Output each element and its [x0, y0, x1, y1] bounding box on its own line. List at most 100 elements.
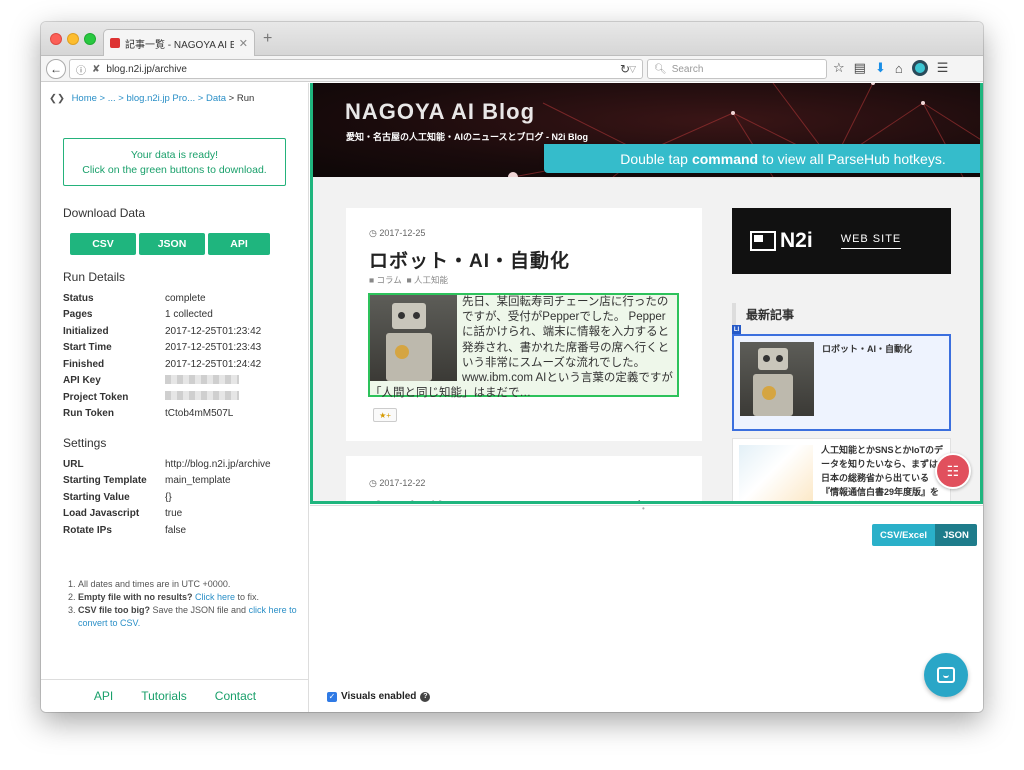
- category-link[interactable]: コラム: [377, 275, 402, 285]
- setting-value: false: [165, 524, 187, 536]
- bookmark-star-icon[interactable]: ☆: [833, 60, 845, 76]
- run-details-heading: Run Details: [63, 270, 126, 284]
- format-toggle: CSV/Excel JSON: [872, 524, 977, 546]
- download-csv-button[interactable]: CSV: [70, 233, 136, 255]
- star-rating-button[interactable]: ★+: [373, 408, 397, 422]
- detail-row: Initialized 2017-12-25T01:23:42: [63, 323, 303, 340]
- home-icon[interactable]: ⌂: [895, 61, 903, 76]
- web-page-viewport[interactable]: NAGOYA AI Blog 愛知・名古屋の人工知能・AIのニュースとブログ -…: [310, 83, 983, 504]
- csv-excel-tab[interactable]: CSV/Excel: [872, 524, 935, 546]
- download-json-button[interactable]: JSON: [139, 233, 205, 255]
- parsehub-extension-icon[interactable]: [911, 60, 928, 76]
- detail-row: Project Token: [63, 389, 303, 406]
- footer-tutorials-link[interactable]: Tutorials: [141, 689, 187, 703]
- chat-bubble-icon[interactable]: ☷: [935, 453, 971, 489]
- note-bold: CSV file too big?: [78, 605, 150, 615]
- detail-key: Pages: [63, 309, 93, 321]
- run-details-list: Status complete Pages 1 collected Initiali…: [63, 290, 303, 422]
- resize-handle[interactable]: •: [642, 505, 645, 513]
- sidebar-footer: API Tutorials Contact: [41, 679, 309, 712]
- selection-tag: LI: [732, 325, 741, 334]
- close-window-button[interactable]: [50, 33, 62, 45]
- reload-icon[interactable]: ↻: [620, 62, 630, 76]
- breadcrumb-data[interactable]: Data: [206, 93, 226, 104]
- detail-value: tCtob4mM507L: [165, 408, 234, 420]
- new-tab-button[interactable]: +: [263, 31, 272, 47]
- help-icon[interactable]: ?: [420, 691, 431, 702]
- arrow-left-icon: ←: [50, 62, 62, 76]
- setting-key: URL: [63, 458, 84, 470]
- minimize-window-button[interactable]: [67, 33, 79, 45]
- checkbox-checked-icon[interactable]: ✓: [327, 691, 337, 702]
- tab-title: 記事一覧 - NAGOYA AI Blog: [125, 39, 234, 51]
- breadcrumb-home[interactable]: Home: [72, 93, 97, 104]
- blog-title[interactable]: NAGOYA AI Blog: [345, 99, 535, 125]
- breadcrumb-project[interactable]: blog.n2i.jp Pro...: [126, 93, 195, 104]
- download-icon[interactable]: ⬇: [875, 60, 886, 76]
- detail-value: 2017-12-25T01:23:42: [165, 325, 262, 337]
- fix-empty-link[interactable]: Click here: [195, 592, 235, 602]
- breadcrumb: ❮❯ Home > ... > blog.n2i.jp Pro... > Dat…: [49, 93, 254, 104]
- detail-value: 1 collected: [165, 309, 213, 321]
- visuals-label: Visuals enabled: [341, 691, 417, 702]
- footer-api-link[interactable]: API: [94, 689, 113, 703]
- zoom-window-button[interactable]: [84, 33, 96, 45]
- hotkey-text: to view all ParseHub hotkeys.: [762, 150, 946, 167]
- post-date-text: 2017-12-25: [379, 228, 426, 238]
- visuals-toggle[interactable]: ✓ Visuals enabled ?: [327, 691, 431, 702]
- url-text[interactable]: blog.n2i.jp/archive: [106, 64, 623, 75]
- support-chat-button[interactable]: [924, 653, 968, 697]
- browser-window: 記事一覧 - NAGOYA AI Blog ✕ + ← ⓘ ✘ blog.n2i…: [41, 22, 983, 712]
- search-box[interactable]: 🔍︎ Search: [647, 59, 827, 79]
- category-link[interactable]: 人工知能: [414, 275, 448, 285]
- history-arrows-icon[interactable]: ❮❯: [49, 93, 65, 104]
- detail-row: Start Time 2017-12-25T01:23:43: [63, 340, 303, 357]
- note-bold: Empty file with no results?: [78, 592, 193, 602]
- detail-key: API Key: [63, 375, 101, 387]
- insecure-icon: ✘: [92, 63, 101, 75]
- recent-post-title[interactable]: 人工知能とかSNSとかIoTのデータを知りたいなら、まずは日本の総務省から出てい…: [821, 443, 946, 501]
- notes: All dates and times are in UTC +0000. Em…: [67, 578, 299, 630]
- tab-close-icon[interactable]: ✕: [239, 37, 248, 50]
- detail-key: Start Time: [63, 342, 112, 354]
- setting-row: Starting Template main_template: [63, 473, 303, 490]
- browser-tab[interactable]: 記事一覧 - NAGOYA AI Blog ✕: [103, 29, 255, 56]
- folder-icon: ■: [406, 275, 412, 285]
- menu-icon[interactable]: ☰: [937, 60, 949, 76]
- address-bar[interactable]: ⓘ ✘ blog.n2i.jp/archive ▽: [69, 59, 643, 79]
- download-api-button[interactable]: API: [208, 233, 270, 255]
- back-button[interactable]: ←: [46, 59, 66, 79]
- url-dropdown-icon[interactable]: ▽: [629, 64, 636, 75]
- post-title[interactable]: 人工知能とかSNSとかIoTのデータ: [369, 496, 683, 501]
- note-text: to fix.: [235, 592, 260, 602]
- detail-key: Initialized: [63, 325, 109, 337]
- search-icon: 🔍︎: [654, 63, 667, 75]
- breadcrumb-sep: >: [226, 93, 237, 104]
- setting-value: main_template: [165, 475, 231, 487]
- project-token-redacted: [165, 391, 239, 403]
- hotkey-text: Double tap: [620, 150, 688, 167]
- detail-value: 2017-12-25T01:24:42: [165, 358, 262, 370]
- detail-row: Finished 2017-12-25T01:24:42: [63, 356, 303, 373]
- detail-row: Status complete: [63, 290, 303, 307]
- clock-icon: ◷: [369, 478, 380, 488]
- post-date-text: 2017-12-22: [379, 478, 426, 488]
- post-title[interactable]: ロボット・AI・自動化: [369, 246, 570, 273]
- hotkey-banner: Double tap command to view all ParseHub …: [544, 144, 980, 173]
- n2i-website-banner[interactable]: N2i WEB SITE: [732, 208, 951, 274]
- detail-value: 2017-12-25T01:23:43: [165, 342, 262, 354]
- selected-excerpt[interactable]: 先日、某回転寿司チェーン店に行ったのですが、受付がPepperでした。 Pepp…: [368, 293, 679, 399]
- json-tab[interactable]: JSON: [935, 524, 977, 546]
- recent-post-item[interactable]: ロボット・AI・自動化: [732, 334, 951, 431]
- note-item: Empty file with no results? Click here t…: [78, 591, 299, 604]
- recent-post-thumbnail: [740, 342, 814, 416]
- reading-list-icon[interactable]: ▤: [854, 60, 866, 76]
- recent-post-item[interactable]: 人工知能とかSNSとかIoTのデータを知りたいなら、まずは日本の総務省から出てい…: [732, 438, 951, 501]
- post-categories: ■ コラム ■ 人工知能: [369, 274, 448, 286]
- setting-value: http://blog.n2i.jp/archive: [165, 458, 271, 470]
- n2i-logo-text: N2i: [780, 229, 813, 252]
- setting-row: Rotate IPs false: [63, 522, 303, 539]
- recent-post-title[interactable]: ロボット・AI・自動化: [822, 342, 912, 356]
- post-card: ◷ 2017-12-22 人工知能とかSNSとかIoTのデータ: [346, 456, 702, 501]
- footer-contact-link[interactable]: Contact: [215, 689, 256, 703]
